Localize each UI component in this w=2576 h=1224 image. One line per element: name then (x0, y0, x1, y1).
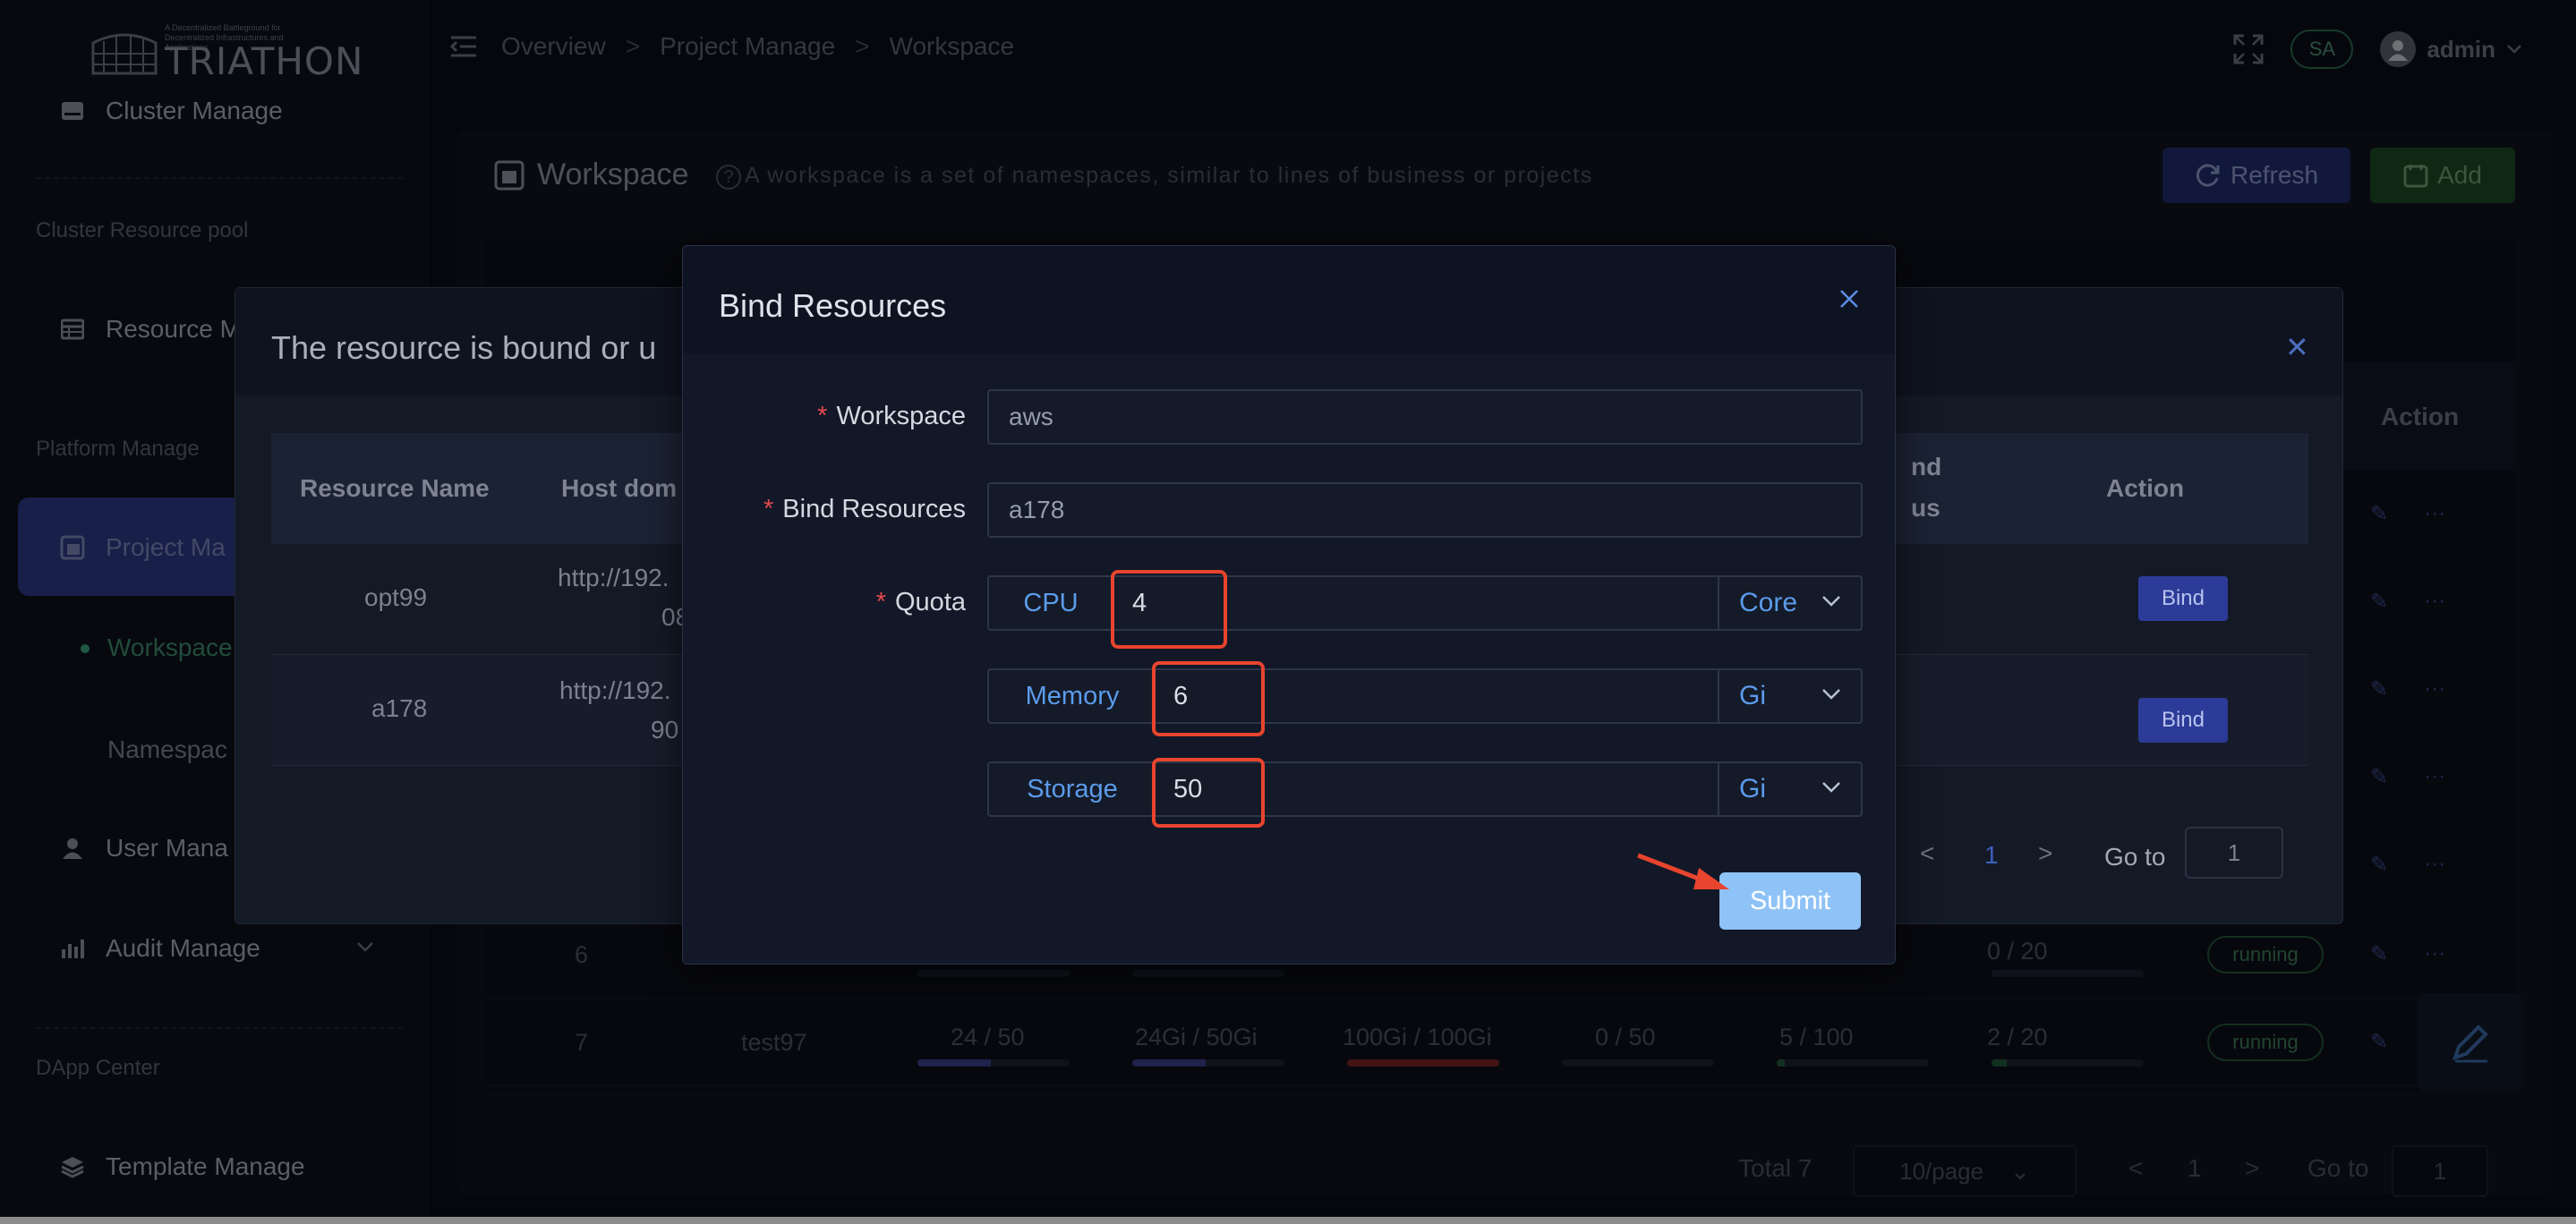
modal-title: The resource is bound or u (271, 329, 657, 366)
bind-button[interactable]: Bind (2138, 698, 2228, 743)
host-domain: http://192. (559, 676, 671, 704)
quota-memory-unit-select[interactable]: Gi (1718, 670, 1861, 722)
quota-memory-row: Memory 6 Gi (987, 668, 1863, 724)
host-domain: 90 (651, 716, 679, 744)
quota-memory-label: Memory (1025, 681, 1120, 710)
highlight-box (1152, 758, 1265, 828)
submit-button[interactable]: Submit (1719, 872, 1861, 930)
page-number[interactable]: 1 (1984, 841, 1999, 870)
unit-value: Core (1739, 588, 1798, 617)
label-text: Workspace (836, 402, 966, 430)
th-bind-status: nd (1911, 453, 1942, 480)
chevron-down-icon (1822, 689, 1840, 700)
label-text: Bind Resources (782, 495, 966, 523)
chevron-down-icon (1822, 596, 1840, 607)
quota-storage-row: Storage 50 Gi (987, 761, 1863, 817)
unit-value: Gi (1739, 681, 1766, 710)
highlight-box (1111, 570, 1227, 649)
chevron-down-icon (1822, 782, 1840, 793)
quota-storage-label: Storage (1027, 774, 1118, 803)
close-icon[interactable] (1836, 285, 1863, 312)
resource-name: opt99 (364, 583, 428, 611)
modal-header: Bind Resources (683, 246, 1895, 353)
next-page-icon[interactable]: > (2038, 839, 2052, 868)
quota-cpu-label: CPU (1023, 588, 1079, 617)
close-icon[interactable]: ✕ (2285, 333, 2310, 361)
label-text: Quota (895, 588, 966, 616)
goto-input[interactable]: 1 (2185, 827, 2283, 879)
th-resource-name: Resource Name (300, 474, 490, 502)
quota-storage-unit-select[interactable]: Gi (1718, 763, 1861, 815)
window-edge (0, 1217, 2576, 1224)
th-action: Action (2106, 474, 2185, 502)
host-domain: http://192. (558, 564, 670, 591)
bind-button[interactable]: Bind (2138, 576, 2228, 621)
quota-label: * Quota (875, 588, 966, 616)
prev-page-icon[interactable]: < (1920, 839, 1934, 868)
workspace-field[interactable]: aws (987, 389, 1863, 445)
th-host-domain: Host dom (561, 474, 678, 502)
bind-resources-field[interactable]: a178 (987, 482, 1863, 538)
quota-cpu-unit-select[interactable]: Core (1718, 577, 1861, 629)
modal-title: Bind Resources (719, 287, 947, 324)
bind-resources-label: * Bind Resources (763, 495, 966, 523)
workspace-label: * Workspace (817, 402, 966, 430)
goto-label: Go to (2104, 843, 2166, 871)
resource-name: a178 (371, 694, 428, 722)
annotation-arrow-icon (1637, 853, 1729, 889)
th-bind-status: us (1911, 494, 1941, 522)
unit-value: Gi (1739, 774, 1766, 803)
highlight-box (1152, 661, 1265, 736)
